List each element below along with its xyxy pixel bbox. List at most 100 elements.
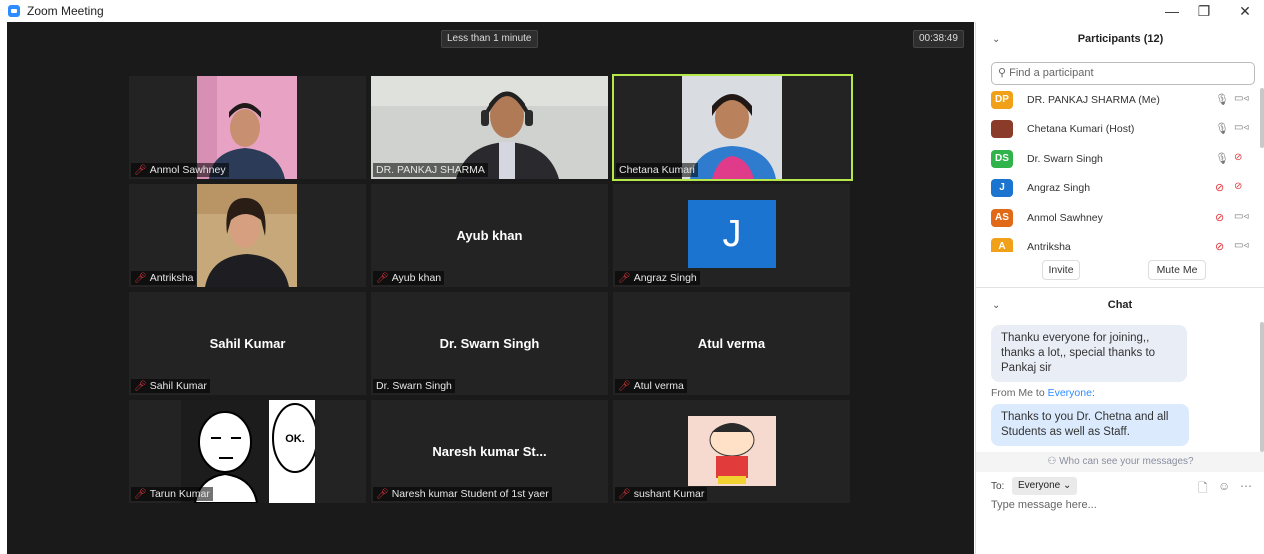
chat-to-label: To: bbox=[991, 481, 1005, 492]
chat-scrollbar[interactable] bbox=[1260, 322, 1264, 452]
chat-message: Thanku everyone for joining,, thanks a l… bbox=[991, 325, 1187, 382]
participant-search-input[interactable]: ⚲ Find a participant bbox=[991, 62, 1255, 85]
camera-icon[interactable]: ▭◃ bbox=[1234, 122, 1248, 133]
video-tile-atul[interactable]: Atul verma 🎤︎ Atul verma bbox=[613, 292, 850, 395]
video-tile-pankaj[interactable]: DR. PANKAJ SHARMA bbox=[371, 76, 608, 179]
tile-name-tag: 🎤︎ Naresh kumar Student of 1st yaer bbox=[373, 487, 552, 501]
participant-avatar: J bbox=[991, 179, 1013, 197]
participant-row[interactable]: Chetana Kumari (Host) 🎙︎ ▭◃ bbox=[991, 117, 1253, 141]
people-icon: ⚇ bbox=[1047, 456, 1057, 467]
section-divider bbox=[976, 287, 1264, 288]
more-icon[interactable]: ⋯ bbox=[1240, 479, 1252, 493]
tile-center-name: Ayub khan bbox=[456, 228, 523, 243]
participants-title: Participants (12) bbox=[1077, 33, 1164, 45]
participant-name: Dr. Swarn Singh bbox=[1027, 153, 1103, 165]
tile-center-name: Naresh kumar St... bbox=[432, 444, 547, 459]
video-tile-angraz[interactable]: J 🎤︎ Angraz Singh bbox=[613, 184, 850, 287]
tile-center-name: Dr. Swarn Singh bbox=[439, 336, 540, 351]
chat-title: Chat bbox=[1107, 299, 1133, 311]
mic-muted-icon[interactable]: ⊘ bbox=[1215, 211, 1224, 224]
participants-scrollbar[interactable] bbox=[1260, 88, 1264, 148]
window-title: Zoom Meeting bbox=[27, 4, 104, 18]
mic-icon[interactable]: 🎙︎ bbox=[1215, 122, 1229, 135]
restore-button[interactable]: ❐ bbox=[1189, 2, 1219, 20]
tile-name-tag: 🎤︎ Sahil Kumar bbox=[131, 379, 210, 393]
tile-name-tag: DR. PANKAJ SHARMA bbox=[373, 163, 488, 177]
camera-icon[interactable]: ▭◃ bbox=[1234, 240, 1248, 251]
mic-muted-icon: 🎤︎ bbox=[134, 489, 147, 500]
mic-muted-icon: 🎤︎ bbox=[376, 489, 389, 500]
participant-row[interactable]: DS Dr. Swarn Singh 🎙︎ ⊘ bbox=[991, 147, 1253, 171]
camera-off-icon[interactable]: ⊘ bbox=[1234, 152, 1242, 163]
participant-row[interactable]: A Antriksha ⊘ ▭◃ bbox=[991, 235, 1253, 252]
time-badge: Less than 1 minute bbox=[441, 30, 538, 48]
file-icon[interactable]: 🗋︎ bbox=[1198, 479, 1208, 500]
invite-button[interactable]: Invite bbox=[1042, 260, 1080, 280]
mic-muted-icon: 🎤︎ bbox=[618, 273, 631, 284]
mic-muted-icon: 🎤︎ bbox=[618, 489, 631, 500]
tile-name-tag: 🎤︎ Antriksha bbox=[131, 271, 197, 285]
mic-muted-icon: 🎤︎ bbox=[134, 165, 147, 176]
video-gallery: Less than 1 minute 00:38:49 🎤︎ Anmol Sawh… bbox=[7, 22, 974, 554]
participant-name: DR. PANKAJ SHARMA (Me) bbox=[1027, 94, 1160, 106]
tile-name-tag: 🎤︎ Tarun Kumar bbox=[131, 487, 213, 501]
side-panel: ⌄ Participants (12) ⚲ Find a participant… bbox=[975, 22, 1264, 554]
mic-muted-icon: 🎤︎ bbox=[618, 381, 631, 392]
who-can-see-link[interactable]: ⚇ Who can see your messages? bbox=[976, 452, 1264, 472]
mic-muted-icon: 🎤︎ bbox=[376, 273, 389, 284]
video-tile-swarn[interactable]: Dr. Swarn Singh Dr. Swarn Singh bbox=[371, 292, 608, 395]
tile-name-tag: 🎤︎ Angraz Singh bbox=[615, 271, 700, 285]
tile-name-tag: Dr. Swarn Singh bbox=[373, 379, 455, 393]
emoji-icon[interactable]: ☺︎ bbox=[1218, 479, 1230, 493]
participant-row[interactable]: DP DR. PANKAJ SHARMA (Me) 🎙︎ ▭◃ bbox=[991, 88, 1253, 112]
participant-name: Angraz Singh bbox=[1027, 182, 1091, 194]
chat-sender-line: From Me to Everyone: bbox=[991, 387, 1095, 399]
chat-message-input[interactable]: Type message here... bbox=[991, 499, 1097, 511]
video-tile-sushant[interactable]: 🎤︎ sushant Kumar bbox=[613, 400, 850, 503]
minimize-button[interactable]: — bbox=[1157, 2, 1187, 20]
cartoon-profile-image bbox=[688, 416, 776, 486]
video-tile-ayub[interactable]: Ayub khan 🎤︎ Ayub khan bbox=[371, 184, 608, 287]
mic-muted-icon: 🎤︎ bbox=[134, 273, 147, 284]
participant-name: Antriksha bbox=[1027, 241, 1071, 252]
window-titlebar: Zoom Meeting — ❐ ✕ bbox=[0, 0, 1264, 22]
participant-avatar bbox=[991, 120, 1013, 138]
video-tile-chetana[interactable]: Chetana Kumari bbox=[612, 74, 853, 181]
close-button[interactable]: ✕ bbox=[1230, 2, 1260, 20]
participant-name: Chetana Kumari (Host) bbox=[1027, 123, 1135, 135]
video-tile-antriksha[interactable]: 🎤︎ Antriksha bbox=[129, 184, 366, 287]
video-tile-anmol[interactable]: 🎤︎ Anmol Sawhney bbox=[129, 76, 366, 179]
my-chat-message: Thanks to you Dr. Chetna and all Student… bbox=[991, 404, 1189, 446]
tile-name-tag: 🎤︎ Ayub khan bbox=[373, 271, 445, 285]
participant-row[interactable]: J Angraz Singh ⊘ ⊘ bbox=[991, 176, 1253, 200]
tile-center-name: Sahil Kumar bbox=[209, 336, 286, 351]
meeting-duration: 00:38:49 bbox=[913, 30, 964, 48]
participants-header: ⌄ Participants (12) bbox=[976, 22, 1264, 58]
camera-off-icon[interactable]: ⊘ bbox=[1234, 181, 1242, 192]
zoom-app-icon bbox=[8, 5, 20, 17]
comic-speech-text: OK. bbox=[285, 433, 305, 445]
participant-avatar: DP bbox=[991, 91, 1013, 109]
mic-icon[interactable]: 🎙︎ bbox=[1215, 93, 1229, 106]
mic-muted-icon[interactable]: ⊘ bbox=[1215, 240, 1224, 252]
participant-row[interactable]: AS Anmol Sawhney ⊘ ▭◃ bbox=[991, 206, 1253, 230]
camera-icon[interactable]: ▭◃ bbox=[1234, 211, 1248, 222]
video-tile-tarun[interactable]: OK. 🎤︎ Tarun Kumar bbox=[129, 400, 366, 503]
chat-recipient-select[interactable]: Everyone ⌄ bbox=[1012, 477, 1078, 495]
mic-muted-icon[interactable]: ⊘ bbox=[1215, 181, 1224, 194]
tile-name-tag: 🎤︎ Atul verma bbox=[615, 379, 687, 393]
search-icon: ⚲ bbox=[998, 67, 1007, 79]
mute-me-button[interactable]: Mute Me bbox=[1148, 260, 1206, 280]
video-tile-naresh[interactable]: Naresh kumar St... 🎤︎ Naresh kumar Studen… bbox=[371, 400, 608, 503]
participant-avatar: J bbox=[688, 200, 776, 268]
participant-name: Anmol Sawhney bbox=[1027, 212, 1103, 224]
mic-icon[interactable]: 🎙︎ bbox=[1215, 152, 1229, 165]
video-tile-sahil[interactable]: Sahil Kumar 🎤︎ Sahil Kumar bbox=[129, 292, 366, 395]
tile-name-tag: 🎤︎ sushant Kumar bbox=[615, 487, 708, 501]
camera-icon[interactable]: ▭◃ bbox=[1234, 93, 1248, 104]
mic-muted-icon: 🎤︎ bbox=[134, 381, 147, 392]
participant-avatar: AS bbox=[991, 209, 1013, 227]
tile-name-tag: Chetana Kumari bbox=[616, 163, 698, 177]
participant-avatar: DS bbox=[991, 150, 1013, 168]
participant-photo bbox=[197, 184, 297, 287]
